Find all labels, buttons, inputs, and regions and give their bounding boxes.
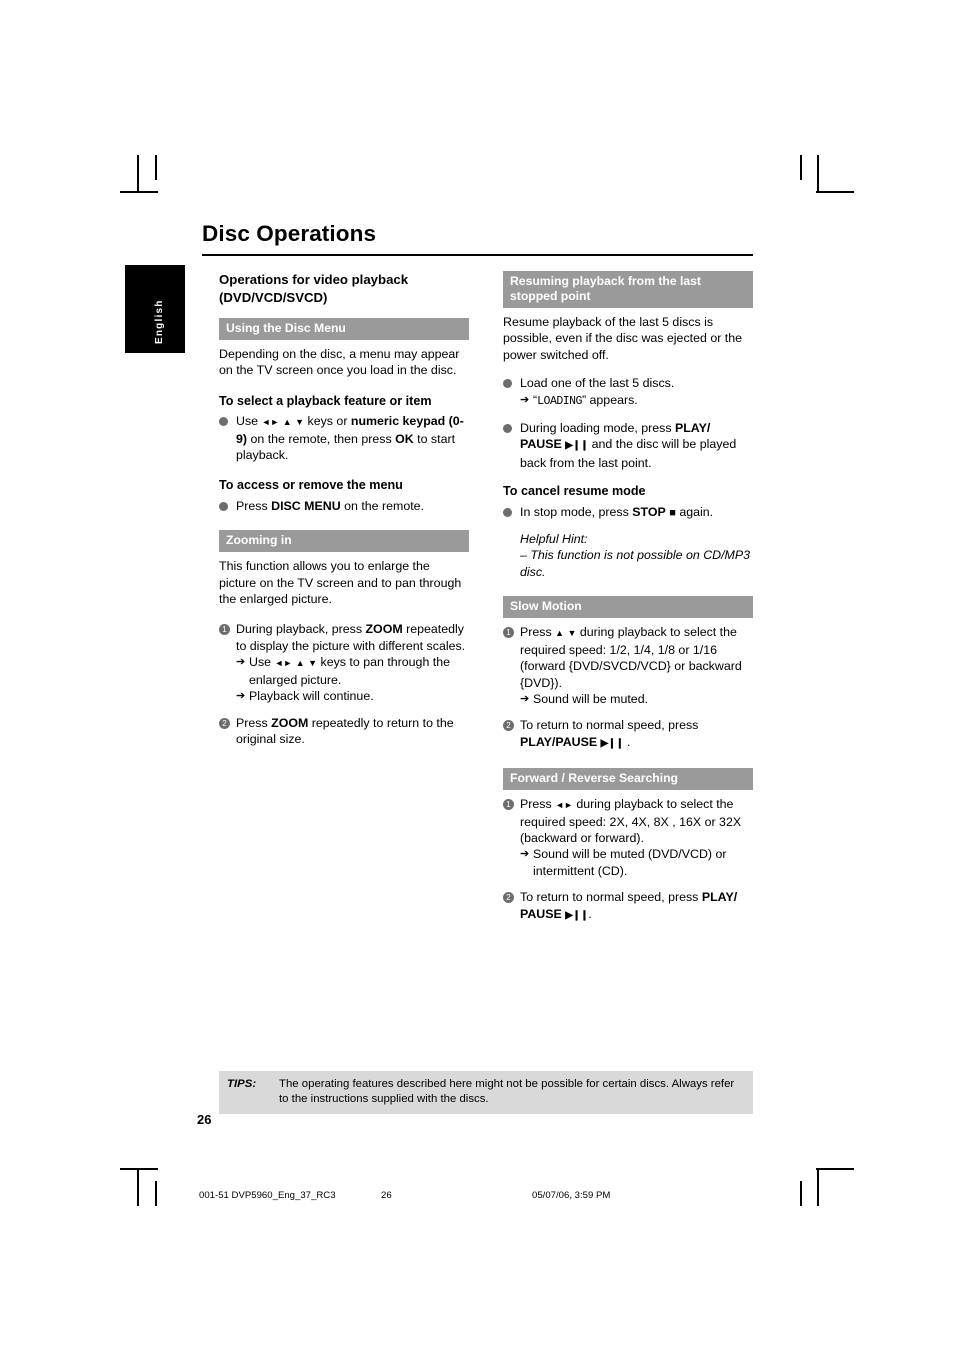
- page-title: Disc Operations: [202, 221, 377, 246]
- footer-date: 05/07/06, 3:59 PM: [532, 1190, 611, 1201]
- resume-item-2-text: During loading mode, press PLAY/ PAUSE ▶…: [520, 421, 737, 470]
- language-tab: English: [125, 265, 185, 353]
- crop-mark-bottom-right-v: [817, 1168, 819, 1206]
- step-number-1: 1: [503, 799, 514, 811]
- hint-text: – This function is not possible on CD/MP…: [520, 548, 751, 579]
- arrow-icon: ➔: [520, 692, 530, 705]
- lcd-display-text: LOADING: [537, 394, 582, 408]
- search-step-2-text: To return to normal speed, press PLAY/ P…: [520, 890, 738, 921]
- zoom-step-1-sub-2: ➔ Playback will continue.: [236, 688, 469, 704]
- crop-mark-bottom-right-h: [816, 1168, 854, 1170]
- access-menu-text: Press DISC MENU on the remote.: [236, 498, 424, 513]
- hint-label: Helpful Hint:: [520, 532, 588, 547]
- bullet-icon: [219, 501, 228, 511]
- left-column: Operations for video playback (DVD/VCD/S…: [219, 271, 469, 747]
- search-step-2: 2 To return to normal speed, press PLAY/…: [503, 889, 753, 924]
- tips-label: TIPS:: [227, 1078, 257, 1090]
- helpful-hint: Helpful Hint: – This function is not pos…: [503, 531, 753, 580]
- arrow-icon: ➔: [520, 393, 530, 406]
- cancel-resume-heading: To cancel resume mode: [503, 484, 646, 499]
- bullet-icon: [503, 507, 512, 517]
- crop-mark-top-right-v: [817, 155, 819, 193]
- crop-mark-top-right-h: [816, 191, 854, 193]
- footer-filename: 001-51 DVP5960_Eng_37_RC3: [199, 1190, 336, 1201]
- crop-mark-bottom-left-v2: [155, 1181, 157, 1206]
- zoom-step-2-text: Press ZOOM repeatedly to return to the o…: [236, 715, 454, 746]
- crop-mark-bottom-left-h: [120, 1168, 158, 1170]
- search-step-1: 1 Press ◄► during playback to select the…: [503, 796, 753, 879]
- section-heading-line1: Operations for video playback: [219, 272, 409, 287]
- resume-item-2: During loading mode, press PLAY/ PAUSE ▶…: [503, 420, 753, 471]
- zoom-step-2: 2 Press ZOOM repeatedly to return to the…: [219, 715, 469, 748]
- crop-mark-bottom-right-v2: [800, 1181, 802, 1206]
- bullet-icon: [219, 417, 228, 427]
- tips-text: The operating features described here mi…: [279, 1078, 735, 1105]
- crop-mark-top-left-h: [120, 191, 158, 193]
- arrow-icon: ➔: [236, 656, 246, 669]
- resume-bar-line2: stopped point: [510, 289, 591, 303]
- select-feature-text: Use ◄► ▲ ▼ keys or numeric keypad (0-9) …: [236, 414, 464, 463]
- tips-box: TIPS: The operating features described h…: [219, 1071, 753, 1114]
- slow-step-1-text: Press ▲ ▼ during playback to select the …: [520, 625, 742, 690]
- slow-step-2-text: To return to normal speed, press PLAY/PA…: [520, 718, 699, 749]
- resume-item-1: Load one of the last 5 discs. ➔ “LOADING…: [503, 375, 753, 410]
- step-number-2: 2: [219, 717, 230, 729]
- slow-step-1-sub: ➔ Sound will be muted.: [520, 691, 753, 707]
- bullet-icon: [503, 379, 512, 389]
- zoom-body: This function allows you to enlarge the …: [219, 559, 462, 607]
- language-tab-label: English: [154, 299, 165, 344]
- step-number-1: 1: [219, 624, 230, 636]
- search-step-1-sub-text: Sound will be muted (DVD/VCD) or intermi…: [533, 847, 727, 878]
- crop-mark-top-right-v2: [800, 155, 802, 180]
- arrow-icon: ➔: [236, 690, 246, 703]
- step-number-2: 2: [503, 720, 514, 732]
- slow-step-2: 2 To return to normal speed, press PLAY/…: [503, 717, 753, 752]
- zoom-step-1: 1 During playback, press ZOOM repeatedly…: [219, 621, 469, 704]
- zoom-step-1-sub-1-text: Use ◄► ▲ ▼ keys to pan through the enlar…: [249, 655, 451, 687]
- search-step-1-sub: ➔ Sound will be muted (DVD/VCD) or inter…: [520, 846, 753, 879]
- resume-bar-line1: Resuming playback from the last: [510, 274, 701, 288]
- resume-playback-bar: Resuming playback from the last stopped …: [503, 271, 753, 308]
- bullet-icon: [503, 424, 512, 434]
- zooming-in-bar: Zooming in: [219, 530, 469, 553]
- crop-mark-top-left-v: [137, 155, 139, 193]
- search-step-1-text: Press ◄► during playback to select the r…: [520, 797, 742, 845]
- zoom-step-1-sub-2-text: Playback will continue.: [249, 689, 374, 704]
- footer-page-number: 26: [381, 1190, 392, 1201]
- step-number-2: 2: [503, 892, 514, 904]
- crop-mark-top-left-v2: [155, 155, 157, 180]
- select-feature-heading: To select a playback feature or item: [219, 393, 432, 408]
- section-heading-line2: (DVD/VCD/SVCD): [219, 289, 328, 305]
- page-number: 26: [197, 1112, 212, 1127]
- cancel-resume-item: In stop mode, press STOP ■ again.: [503, 504, 753, 521]
- resume-body: Resume playback of the last 5 discs is p…: [503, 315, 742, 362]
- crop-mark-bottom-left-v: [137, 1168, 139, 1206]
- resume-item-1-sub: ➔ “LOADING” appears.: [520, 392, 753, 410]
- access-menu-heading: To access or remove the menu: [219, 478, 403, 493]
- slow-motion-bar: Slow Motion: [503, 596, 753, 619]
- resume-item-1-sub-text: “LOADING” appears.: [533, 392, 638, 408]
- using-disc-menu-bar: Using the Disc Menu: [219, 318, 469, 340]
- select-feature-item: Use ◄► ▲ ▼ keys or numeric keypad (0-9) …: [219, 413, 469, 463]
- zoom-step-1-sub-1: ➔ Use ◄► ▲ ▼ keys to pan through the enl…: [236, 654, 469, 688]
- document-page: Disc Operations English Operations for v…: [0, 0, 954, 1351]
- zoom-step-1-text: During playback, press ZOOM repeatedly t…: [236, 622, 466, 653]
- slow-step-1-sub-text: Sound will be muted.: [533, 691, 649, 706]
- disc-menu-body: Depending on the disc, a menu may appear…: [219, 347, 460, 378]
- cancel-resume-text: In stop mode, press STOP ■ again.: [520, 504, 714, 519]
- arrow-icon: ➔: [520, 848, 530, 861]
- right-column: Resuming playback from the last stopped …: [503, 271, 753, 924]
- resume-item-1-text: Load one of the last 5 discs.: [520, 376, 675, 391]
- forward-reverse-searching-bar: Forward / Reverse Searching: [503, 768, 753, 791]
- slow-step-1: 1 Press ▲ ▼ during playback to select th…: [503, 624, 753, 707]
- step-number-1: 1: [503, 627, 514, 639]
- access-menu-item: Press DISC MENU on the remote.: [219, 498, 469, 514]
- title-divider: [202, 254, 753, 256]
